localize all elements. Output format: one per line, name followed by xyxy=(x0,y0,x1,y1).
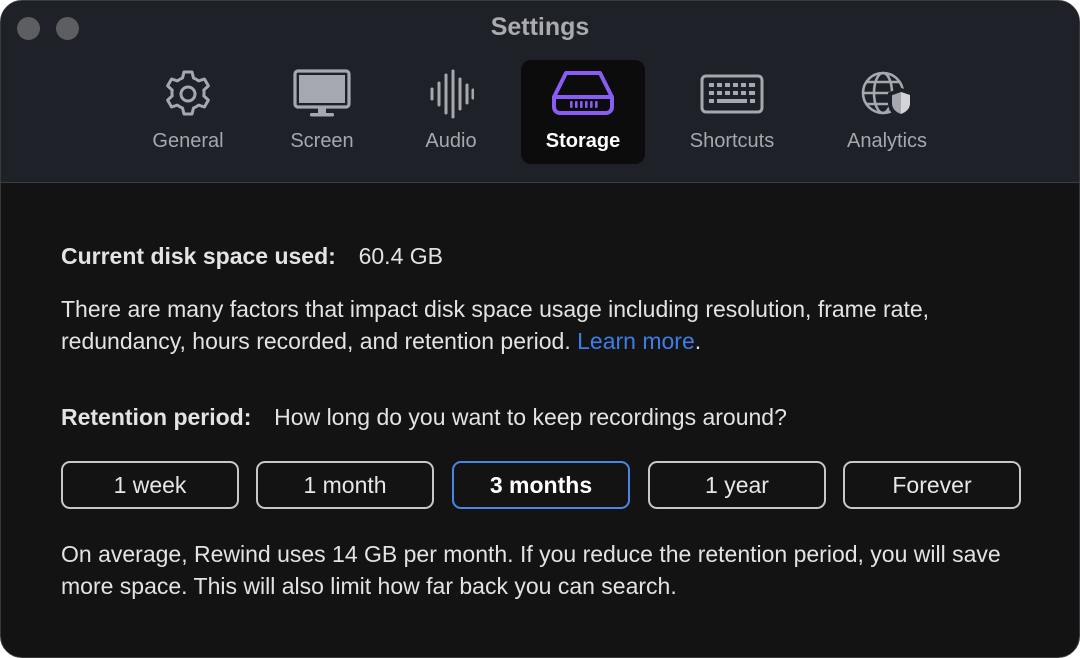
retention-option-1-week[interactable]: 1 week xyxy=(61,461,239,509)
tab-storage-label: Storage xyxy=(545,130,621,152)
learn-more-link[interactable]: Learn more xyxy=(577,328,695,354)
tab-general[interactable]: General xyxy=(135,60,241,164)
disk-usage-label: Current disk space used: xyxy=(61,243,336,269)
tab-audio[interactable]: Audio xyxy=(403,60,499,164)
keyboard-icon xyxy=(669,68,795,120)
drive-icon xyxy=(521,68,645,120)
retention-option-1-month[interactable]: 1 month xyxy=(256,461,434,509)
disk-usage-value: 60.4 GB xyxy=(358,243,443,269)
retention-option-3-months[interactable]: 3 months xyxy=(452,461,630,509)
tab-shortcuts-label: Shortcuts xyxy=(689,130,775,152)
settings-window: Settings General Screen Audio Storage Sh… xyxy=(0,0,1080,658)
description-period: . xyxy=(694,328,702,354)
toolbar: Settings General Screen Audio Storage Sh… xyxy=(1,1,1079,183)
gear-icon xyxy=(135,68,241,120)
retention-row: Retention period: How long do you want t… xyxy=(61,404,787,431)
disk-usage-row: Current disk space used: 60.4 GB xyxy=(61,243,443,270)
tab-analytics-label: Analytics xyxy=(846,130,928,152)
tab-general-label: General xyxy=(152,130,224,152)
description-text: There are many factors that impact disk … xyxy=(61,296,930,354)
retention-option-forever[interactable]: Forever xyxy=(843,461,1021,509)
disk-usage-description: There are many factors that impact disk … xyxy=(61,293,1031,357)
tab-analytics[interactable]: Analytics xyxy=(827,60,947,164)
window-title: Settings xyxy=(490,13,590,41)
tab-audio-label: Audio xyxy=(425,130,477,152)
waveform-icon xyxy=(403,68,499,120)
tab-storage[interactable]: Storage xyxy=(521,60,645,164)
tab-screen-label: Screen xyxy=(290,130,354,152)
retention-option-1-year[interactable]: 1 year xyxy=(648,461,826,509)
globe-shield-icon xyxy=(827,68,947,120)
retention-label: Retention period: xyxy=(61,404,252,430)
retention-footer: On average, Rewind uses 14 GB per month.… xyxy=(61,541,1001,599)
retention-question: How long do you want to keep recordings … xyxy=(274,404,787,430)
tab-screen[interactable]: Screen xyxy=(271,60,373,164)
tab-shortcuts[interactable]: Shortcuts xyxy=(669,60,795,164)
monitor-icon xyxy=(271,68,373,120)
